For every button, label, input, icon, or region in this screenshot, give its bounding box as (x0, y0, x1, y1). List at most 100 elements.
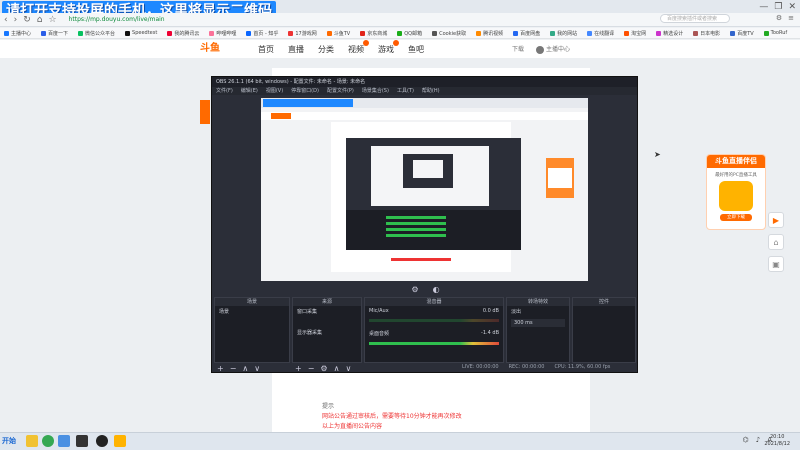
browser-search-input[interactable]: 百度搜索插件或者搜索 (660, 14, 730, 23)
download-link[interactable]: 下载 (512, 44, 524, 53)
network-icon[interactable]: ⌬ (743, 436, 749, 444)
down-icon[interactable]: ∨ (254, 364, 260, 373)
bookmark-icon (167, 30, 173, 36)
bookmark-item[interactable]: 腾讯视频 (476, 30, 503, 37)
nav-game[interactable]: 游戏 (378, 40, 399, 55)
transition-duration[interactable]: 300 ms (511, 319, 565, 327)
browser-icon[interactable] (42, 435, 54, 447)
source-item[interactable]: 窗口采集 (293, 306, 361, 317)
extension-icon[interactable]: ⚙ (776, 14, 782, 22)
start-button[interactable]: 开始 (2, 434, 22, 448)
obs-menu-scene-collection[interactable]: 场景集合(S) (362, 87, 389, 95)
close-button[interactable]: ✕ (788, 2, 796, 12)
add-icon[interactable]: + (295, 364, 302, 373)
user-menu[interactable]: 主播中心 (536, 44, 570, 54)
bookmark-item[interactable]: 在线翻译 (587, 30, 614, 37)
obs-menu-profile[interactable]: 配置文件(P) (327, 87, 354, 95)
video-icon[interactable]: ▶ (768, 212, 784, 228)
bookmark-item[interactable]: Speedtest (125, 30, 157, 36)
bookmark-item[interactable]: 日本电影 (693, 30, 720, 37)
settings-icon[interactable]: ⚙ (411, 285, 418, 297)
remove-icon[interactable]: − (230, 364, 237, 373)
obs-icon[interactable] (96, 435, 108, 447)
maximize-button[interactable]: ❐ (774, 2, 782, 12)
bookmark-item[interactable]: 斗鱼TV (326, 30, 350, 37)
douyu-logo[interactable]: 斗鱼 (200, 41, 220, 57)
obs-preview[interactable] (261, 98, 588, 281)
bookmark-item[interactable]: 17游戏网 (288, 30, 317, 37)
obs-menu-tools[interactable]: 工具(T) (397, 87, 414, 95)
volume-icon[interactable]: ♪ (756, 436, 760, 444)
mixer-dock-title: 混音器 (365, 298, 503, 306)
bookmark-item[interactable]: Cookie获取 (432, 30, 466, 37)
obs-titlebar[interactable]: OBS 26.1.1 (64 bit, windows) - 配置文件: 未命名… (212, 77, 637, 87)
app-icon[interactable] (58, 435, 70, 447)
obs-window[interactable]: OBS 26.1.1 (64 bit, windows) - 配置文件: 未命名… (211, 76, 638, 373)
bookmark-item[interactable]: 首页 - 知乎 (246, 30, 278, 37)
app-icon[interactable]: ▣ (768, 256, 784, 272)
bookmark-item[interactable]: TooRuf (763, 30, 787, 36)
site-header-right: 下载 主播中心 (512, 44, 570, 54)
clock-date: 2021/8/12 (764, 441, 790, 447)
source-item[interactable]: 显示器采集 (293, 327, 361, 338)
transition-select[interactable]: 淡出 (507, 306, 569, 317)
bookmark-item[interactable]: 主播中心 (4, 30, 31, 37)
volume-meter[interactable] (369, 319, 499, 322)
bookmark-item[interactable]: QQ邮箱 (397, 30, 422, 37)
folder-icon[interactable] (26, 435, 38, 447)
forward-icon[interactable]: › (14, 15, 18, 25)
bookmark-item[interactable]: 精选设计 (656, 30, 683, 37)
add-icon[interactable]: + (217, 364, 224, 373)
bookmark-item[interactable]: 百度TV (730, 30, 754, 37)
channel-db: 0.0 dB (482, 308, 499, 314)
mixer-channel: 桌面音频 -1.4 dB (365, 328, 503, 339)
bookmark-item[interactable]: 哔哩哔哩 (209, 30, 236, 37)
up-icon[interactable]: ∧ (334, 364, 340, 373)
nav-video[interactable]: 视频 (348, 40, 369, 55)
url-field[interactable]: https://mp.douyu.com/live/main (63, 15, 171, 25)
companion-icon[interactable] (114, 435, 126, 447)
minimize-button[interactable]: — (759, 2, 768, 12)
nav-home[interactable]: 首页 (258, 44, 274, 55)
clock[interactable]: 20:10 2021/8/12 (764, 434, 790, 448)
bookmark-item[interactable]: 我的网站 (550, 30, 577, 37)
down-icon[interactable]: ∨ (345, 364, 351, 373)
volume-meter[interactable] (369, 342, 499, 345)
media-icon[interactable] (76, 435, 88, 447)
nav-live[interactable]: 直播 (288, 44, 304, 55)
obs-menu-file[interactable]: 文件(F) (216, 87, 233, 95)
screenshot-root: 请打开支持投屏的手机，这里将显示二维码 — ❐ ✕ ‹ › ↻ ⌂ ☆ http… (0, 0, 800, 450)
refresh-icon[interactable]: ↻ (23, 15, 31, 25)
gear-icon[interactable]: ⚙ (320, 364, 327, 373)
back-icon[interactable]: ‹ (4, 15, 8, 25)
bookmark-item[interactable]: 百度一下 (41, 30, 68, 37)
obs-menu-edit[interactable]: 编辑(E) (241, 87, 258, 95)
lock-icon[interactable]: ◐ (433, 285, 440, 297)
menu-icon[interactable]: ≡ (788, 14, 794, 22)
home-icon[interactable]: ⌂ (37, 15, 43, 25)
new-badge (363, 40, 369, 46)
controls-dock-title: 控件 (573, 298, 635, 306)
bookmark-icon (693, 30, 699, 36)
bookmark-icon (41, 30, 47, 36)
home-icon[interactable]: ⌂ (768, 234, 784, 250)
bookmark-item[interactable]: 京东商城 (360, 30, 387, 37)
nav-category[interactable]: 分类 (318, 44, 334, 55)
bookmark-item[interactable]: 淘宝网 (624, 30, 646, 37)
star-icon[interactable]: ☆ (48, 15, 56, 25)
scene-item[interactable]: 场景 (215, 306, 289, 317)
bookmark-item[interactable]: 百度网盘 (513, 30, 540, 37)
scenes-dock: 场景 场景 + − ∧ ∨ (214, 297, 290, 373)
remove-icon[interactable]: − (308, 364, 315, 373)
bookmark-item[interactable]: 微信公众平台 (78, 30, 115, 37)
obs-menu-view[interactable]: 视图(V) (266, 87, 283, 95)
obs-menu-docks[interactable]: 停靠窗口(D) (291, 87, 319, 95)
live-card-download-button[interactable]: 立即下载 (720, 214, 752, 221)
nav-fishbar[interactable]: 鱼吧 (408, 44, 424, 55)
obs-menu-help[interactable]: 帮助(H) (422, 87, 440, 95)
bookmark-item[interactable]: 我的腾讯云 (167, 30, 199, 37)
up-icon[interactable]: ∧ (242, 364, 248, 373)
live-companion-card[interactable]: 斗鱼直播伴侣 最好用的PC直播工具 立即下载 (706, 154, 766, 230)
preview-capture (261, 98, 588, 281)
rec-status: REC: 00:00:00 (508, 364, 545, 370)
